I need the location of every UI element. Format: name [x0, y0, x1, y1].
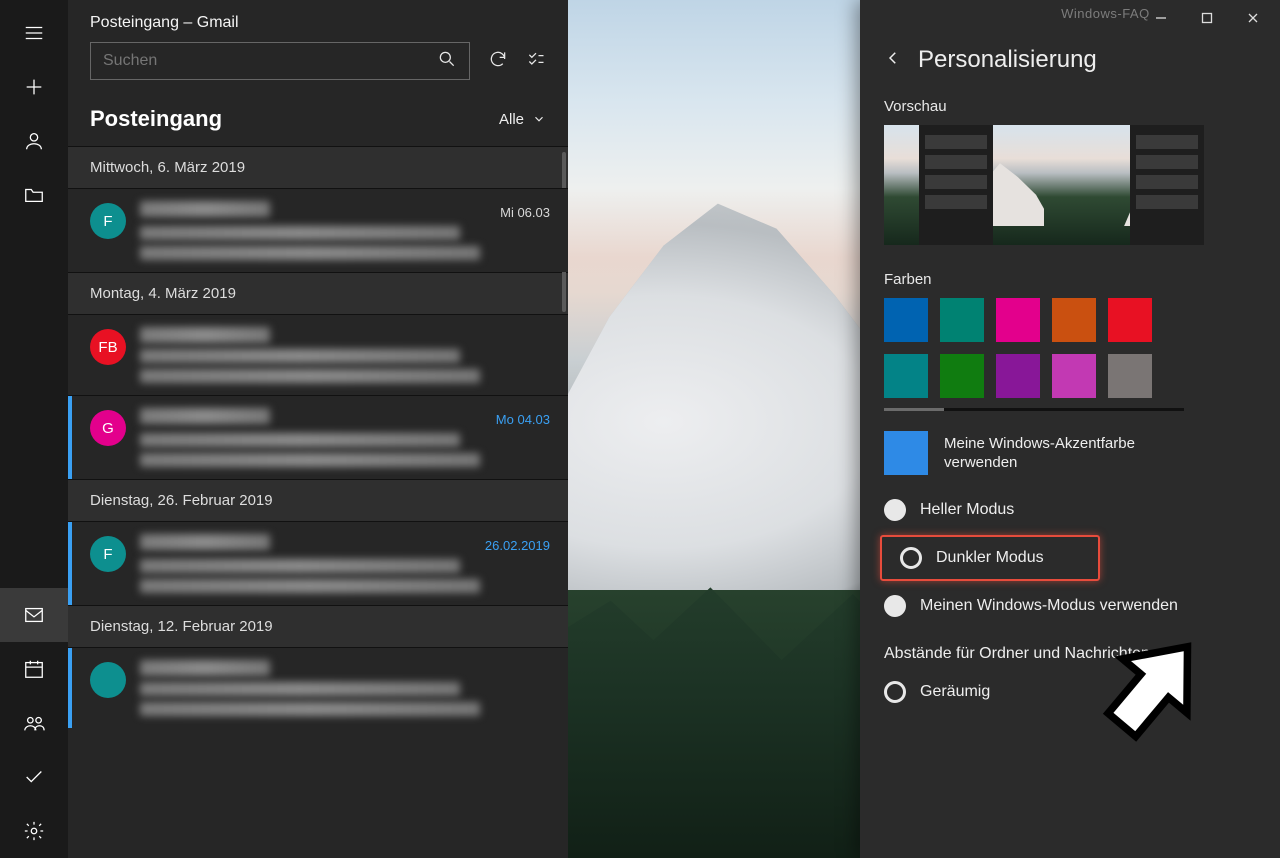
search-input[interactable]: [103, 52, 437, 70]
accent-swatch: [884, 431, 928, 475]
search-icon[interactable]: [437, 49, 457, 74]
radio-label: Dunkler Modus: [936, 549, 1044, 567]
radio-spacing-roomy[interactable]: Geräumig: [860, 671, 1280, 713]
calendar-tab[interactable]: [0, 642, 68, 696]
watermark-text: Windows-FAQ: [1061, 6, 1150, 21]
subject-redacted: [140, 226, 460, 240]
radio-icon: [884, 681, 906, 703]
preview-row: [860, 125, 1280, 263]
search-box[interactable]: [90, 42, 470, 80]
radio-label: Geräumig: [920, 683, 990, 701]
preview-redacted: [140, 702, 480, 716]
spacing-label: Abstände für Ordner und Nachrichten: [860, 627, 1280, 671]
mail-list-pane: Posteingang – Gmail Posteingang Alle: [68, 0, 568, 858]
radio-label: Meinen Windows-Modus verwenden: [920, 597, 1178, 615]
preview-redacted: [140, 246, 480, 260]
color-swatch[interactable]: [940, 298, 984, 342]
radio-icon: [900, 547, 922, 569]
color-swatch[interactable]: [1052, 354, 1096, 398]
chevron-down-icon: [532, 112, 546, 126]
compose-button[interactable]: [0, 60, 68, 114]
sync-icon[interactable]: [488, 49, 508, 74]
settings-flyout: Windows-FAQ Personalisierung Vorschau: [860, 0, 1280, 858]
accounts-button[interactable]: [0, 114, 68, 168]
mail-list[interactable]: Mittwoch, 6. März 2019 F Mi 06.03 Montag…: [68, 146, 568, 858]
filter-dropdown[interactable]: Alle: [499, 111, 546, 128]
color-swatch[interactable]: [1052, 298, 1096, 342]
mail-date: Mi 06.03: [492, 205, 550, 220]
mail-date: 26.02.2019: [477, 538, 550, 553]
mail-item[interactable]: FB: [68, 314, 568, 395]
close-button[interactable]: [1230, 2, 1276, 34]
accent-color-option[interactable]: Meine Windows-Akzentfarbe verwenden: [860, 425, 1280, 489]
preview-redacted: [140, 579, 480, 593]
reading-pane: Windows-FAQ Personalisierung Vorschau: [568, 0, 1280, 858]
accent-label: Meine Windows-Akzentfarbe verwenden: [944, 434, 1174, 473]
colors-label: Farben: [860, 263, 1280, 298]
radio-light-mode[interactable]: Heller Modus: [860, 489, 1280, 531]
back-icon[interactable]: [884, 49, 902, 72]
color-swatch[interactable]: [940, 354, 984, 398]
todo-tab[interactable]: [0, 750, 68, 804]
mail-tab[interactable]: [0, 588, 68, 642]
sender-redacted: [140, 327, 270, 343]
inbox-heading: Posteingang: [90, 106, 222, 132]
color-swatch[interactable]: [884, 298, 928, 342]
color-swatch[interactable]: [1108, 298, 1152, 342]
avatar: G: [90, 410, 126, 446]
mail-date: Mo 04.03: [488, 412, 550, 427]
mail-item[interactable]: [68, 647, 568, 728]
subject-redacted: [140, 559, 460, 573]
radio-dark-mode[interactable]: Dunkler Modus: [880, 535, 1100, 581]
color-swatch[interactable]: [996, 354, 1040, 398]
account-title: Posteingang – Gmail: [68, 0, 568, 42]
preview-label: Vorschau: [860, 90, 1280, 125]
nav-column: [0, 0, 68, 858]
color-swatches: [860, 298, 1180, 404]
mail-item[interactable]: F 26.02.2019: [68, 521, 568, 605]
menu-button[interactable]: [0, 6, 68, 60]
filter-label: Alle: [499, 111, 524, 128]
people-tab[interactable]: [0, 696, 68, 750]
avatar: FB: [90, 329, 126, 365]
mail-item[interactable]: G Mo 04.03: [68, 395, 568, 479]
preview-thumb-reading[interactable]: [1044, 125, 1204, 245]
date-separator: Montag, 4. März 2019: [68, 272, 568, 314]
avatar: F: [90, 536, 126, 572]
color-swatch[interactable]: [884, 354, 928, 398]
preview-redacted: [140, 369, 480, 383]
maximize-button[interactable]: [1184, 2, 1230, 34]
preview-redacted: [140, 453, 480, 467]
subject-redacted: [140, 682, 460, 696]
settings-tab[interactable]: [0, 804, 68, 858]
date-separator: Dienstag, 26. Februar 2019: [68, 479, 568, 521]
sender-redacted: [140, 201, 270, 217]
radio-icon: [884, 595, 906, 617]
sender-redacted: [140, 660, 270, 676]
avatar: [90, 662, 126, 698]
preview-thumb-list[interactable]: [884, 125, 1044, 245]
settings-title: Personalisierung: [918, 46, 1097, 74]
color-swatch[interactable]: [996, 298, 1040, 342]
color-swatch[interactable]: [1108, 354, 1152, 398]
radio-icon: [884, 499, 906, 521]
sender-redacted: [140, 408, 270, 424]
select-mode-icon[interactable]: [526, 49, 546, 74]
sender-redacted: [140, 534, 270, 550]
date-separator: Dienstag, 12. Februar 2019: [68, 605, 568, 647]
avatar: F: [90, 203, 126, 239]
folders-button[interactable]: [0, 168, 68, 222]
titlebar: Windows-FAQ: [860, 0, 1280, 36]
subject-redacted: [140, 349, 460, 363]
radio-label: Heller Modus: [920, 501, 1014, 519]
radio-windows-mode[interactable]: Meinen Windows-Modus verwenden: [860, 585, 1280, 627]
date-separator: Mittwoch, 6. März 2019: [68, 146, 568, 188]
swatch-scrollbar[interactable]: [884, 408, 1184, 411]
subject-redacted: [140, 433, 460, 447]
mail-item[interactable]: F Mi 06.03: [68, 188, 568, 272]
